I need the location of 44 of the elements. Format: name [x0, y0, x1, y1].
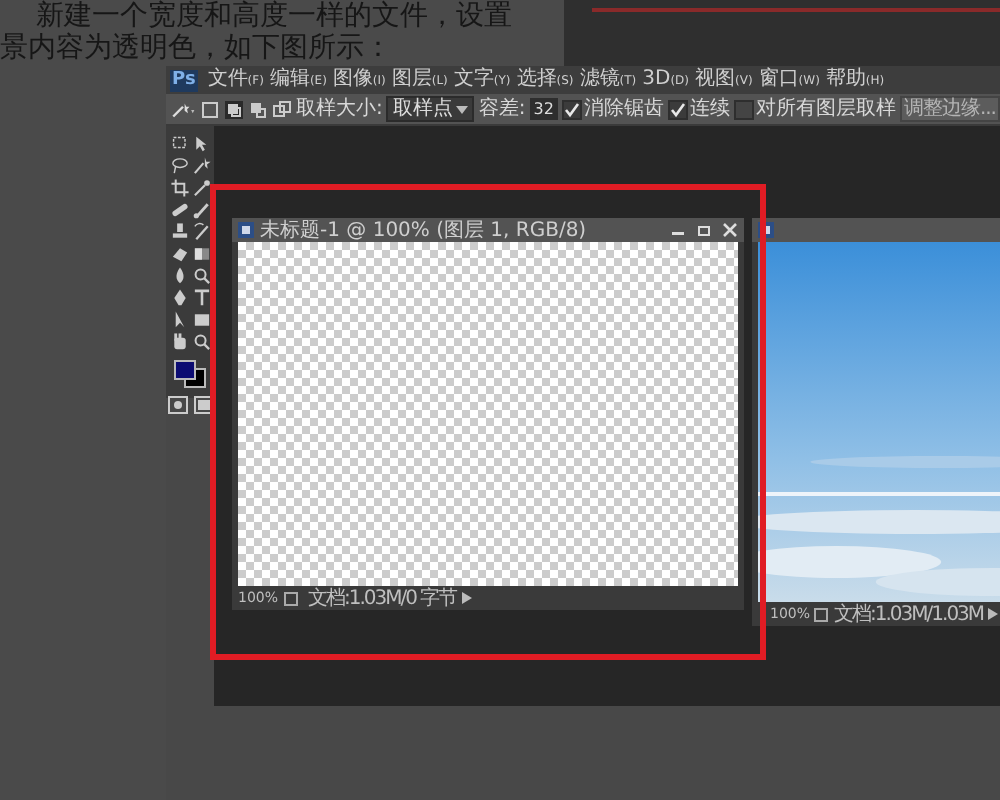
screen-mode-icon[interactable]: [193, 396, 213, 414]
rectangle-icon[interactable]: [191, 310, 211, 330]
tolerance-label: 容差:: [478, 97, 526, 121]
eyedropper-icon[interactable]: [191, 178, 211, 198]
color-swatches-drawing[interactable]: [174, 360, 206, 388]
brush-icon[interactable]: [191, 200, 211, 220]
magic-wand-icon[interactable]: [191, 156, 211, 176]
hand-icon[interactable]: [169, 332, 189, 352]
selection-mode-icon[interactable]: [200, 99, 221, 119]
stamp-icon[interactable]: [169, 222, 189, 242]
export-icon[interactable]: [284, 591, 299, 605]
crop-icon[interactable]: [169, 178, 189, 198]
quick-mask-icon[interactable]: [167, 396, 187, 414]
checkbox[interactable]: [561, 99, 582, 119]
export-icon[interactable]: [814, 607, 829, 621]
arrow-right-icon[interactable]: [987, 608, 998, 620]
marquee-icon[interactable]: [169, 134, 189, 154]
move-icon[interactable]: [191, 134, 211, 154]
sample-size-dropdown[interactable]: 取样点: [386, 96, 475, 122]
lasso-icon[interactable]: [169, 156, 189, 176]
magnifier-icon[interactable]: [191, 332, 211, 352]
selection-mode-icon[interactable]: [248, 99, 269, 119]
tolerance-field[interactable]: 32: [529, 98, 558, 120]
selection-mode-icon[interactable]: [224, 99, 245, 119]
document-size: 文档:1.03M/0 字节: [308, 587, 457, 609]
arrow-right-icon[interactable]: [462, 592, 473, 604]
checkbox[interactable]: [667, 99, 688, 119]
document-size: 文档:1.03M/1.03M: [834, 603, 984, 625]
dropdown-arrow-icon[interactable]: [456, 103, 469, 115]
selection-mode-icon[interactable]: [272, 99, 293, 119]
gradient-icon[interactable]: [191, 244, 211, 264]
app-logo[interactable]: Ps: [170, 69, 198, 91]
restore-icon[interactable]: [696, 222, 712, 238]
checkbox[interactable]: [733, 99, 754, 119]
document-icon[interactable]: [238, 222, 254, 238]
magic-wand-icon[interactable]: [170, 99, 197, 119]
sample-size-label: 取样大小:: [296, 97, 383, 121]
type-icon[interactable]: [191, 288, 211, 308]
checkbox-label: 消除锯齿: [583, 97, 664, 121]
magnifier-icon[interactable]: [191, 266, 211, 286]
document-title: 未标题-1 @ 100% (图层 1, RGB/8): [260, 219, 587, 241]
close-icon[interactable]: [722, 222, 738, 238]
checkbox-label: 对所有图层取样: [755, 97, 896, 121]
checkbox-label: 连续: [689, 97, 730, 121]
